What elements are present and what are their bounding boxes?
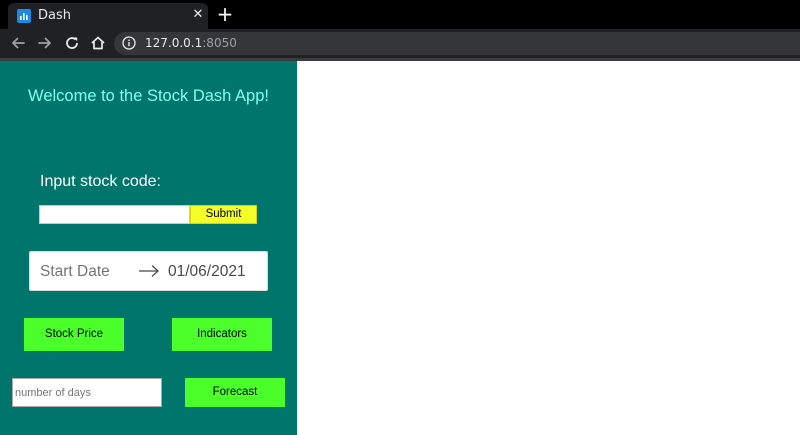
tab-close-icon[interactable]: ✕ (191, 7, 205, 23)
stock-code-input[interactable] (39, 205, 190, 224)
date-range-picker[interactable]: Start Date 01/06/2021 (29, 251, 268, 291)
browser-tab-strip: Dash ✕ + (0, 0, 800, 29)
forecast-button[interactable]: Forecast (185, 378, 285, 407)
end-date-field[interactable]: 01/06/2021 (168, 263, 246, 281)
browser-toolbar: 127.0.0.1:8050 (0, 29, 800, 58)
tab-title: Dash (38, 8, 71, 23)
home-icon[interactable] (89, 34, 107, 52)
number-of-days-input[interactable] (12, 378, 162, 407)
url-host: 127.0.0.1 (145, 36, 203, 50)
arrow-right-icon (138, 264, 160, 278)
back-icon[interactable] (9, 34, 27, 52)
start-date-field[interactable]: Start Date (40, 263, 110, 281)
dash-favicon-icon (17, 9, 31, 23)
welcome-heading: Welcome to the Stock Dash App! (28, 87, 269, 105)
main-content-area (297, 61, 800, 435)
submit-button[interactable]: Submit (190, 205, 257, 224)
forward-icon[interactable] (36, 34, 54, 52)
url-text: 127.0.0.1:8050 (145, 36, 237, 50)
app-sidebar: Welcome to the Stock Dash App! Input sto… (0, 61, 297, 435)
new-tab-button[interactable]: + (216, 4, 234, 24)
url-port: :8050 (202, 36, 237, 50)
browser-tab[interactable]: Dash ✕ (8, 3, 208, 29)
address-bar[interactable]: 127.0.0.1:8050 (114, 32, 800, 55)
stock-code-label: Input stock code: (40, 173, 161, 190)
indicators-button[interactable]: Indicators (172, 318, 272, 351)
stock-price-button[interactable]: Stock Price (24, 318, 124, 351)
reload-icon[interactable] (63, 34, 81, 52)
info-icon[interactable] (122, 36, 136, 50)
